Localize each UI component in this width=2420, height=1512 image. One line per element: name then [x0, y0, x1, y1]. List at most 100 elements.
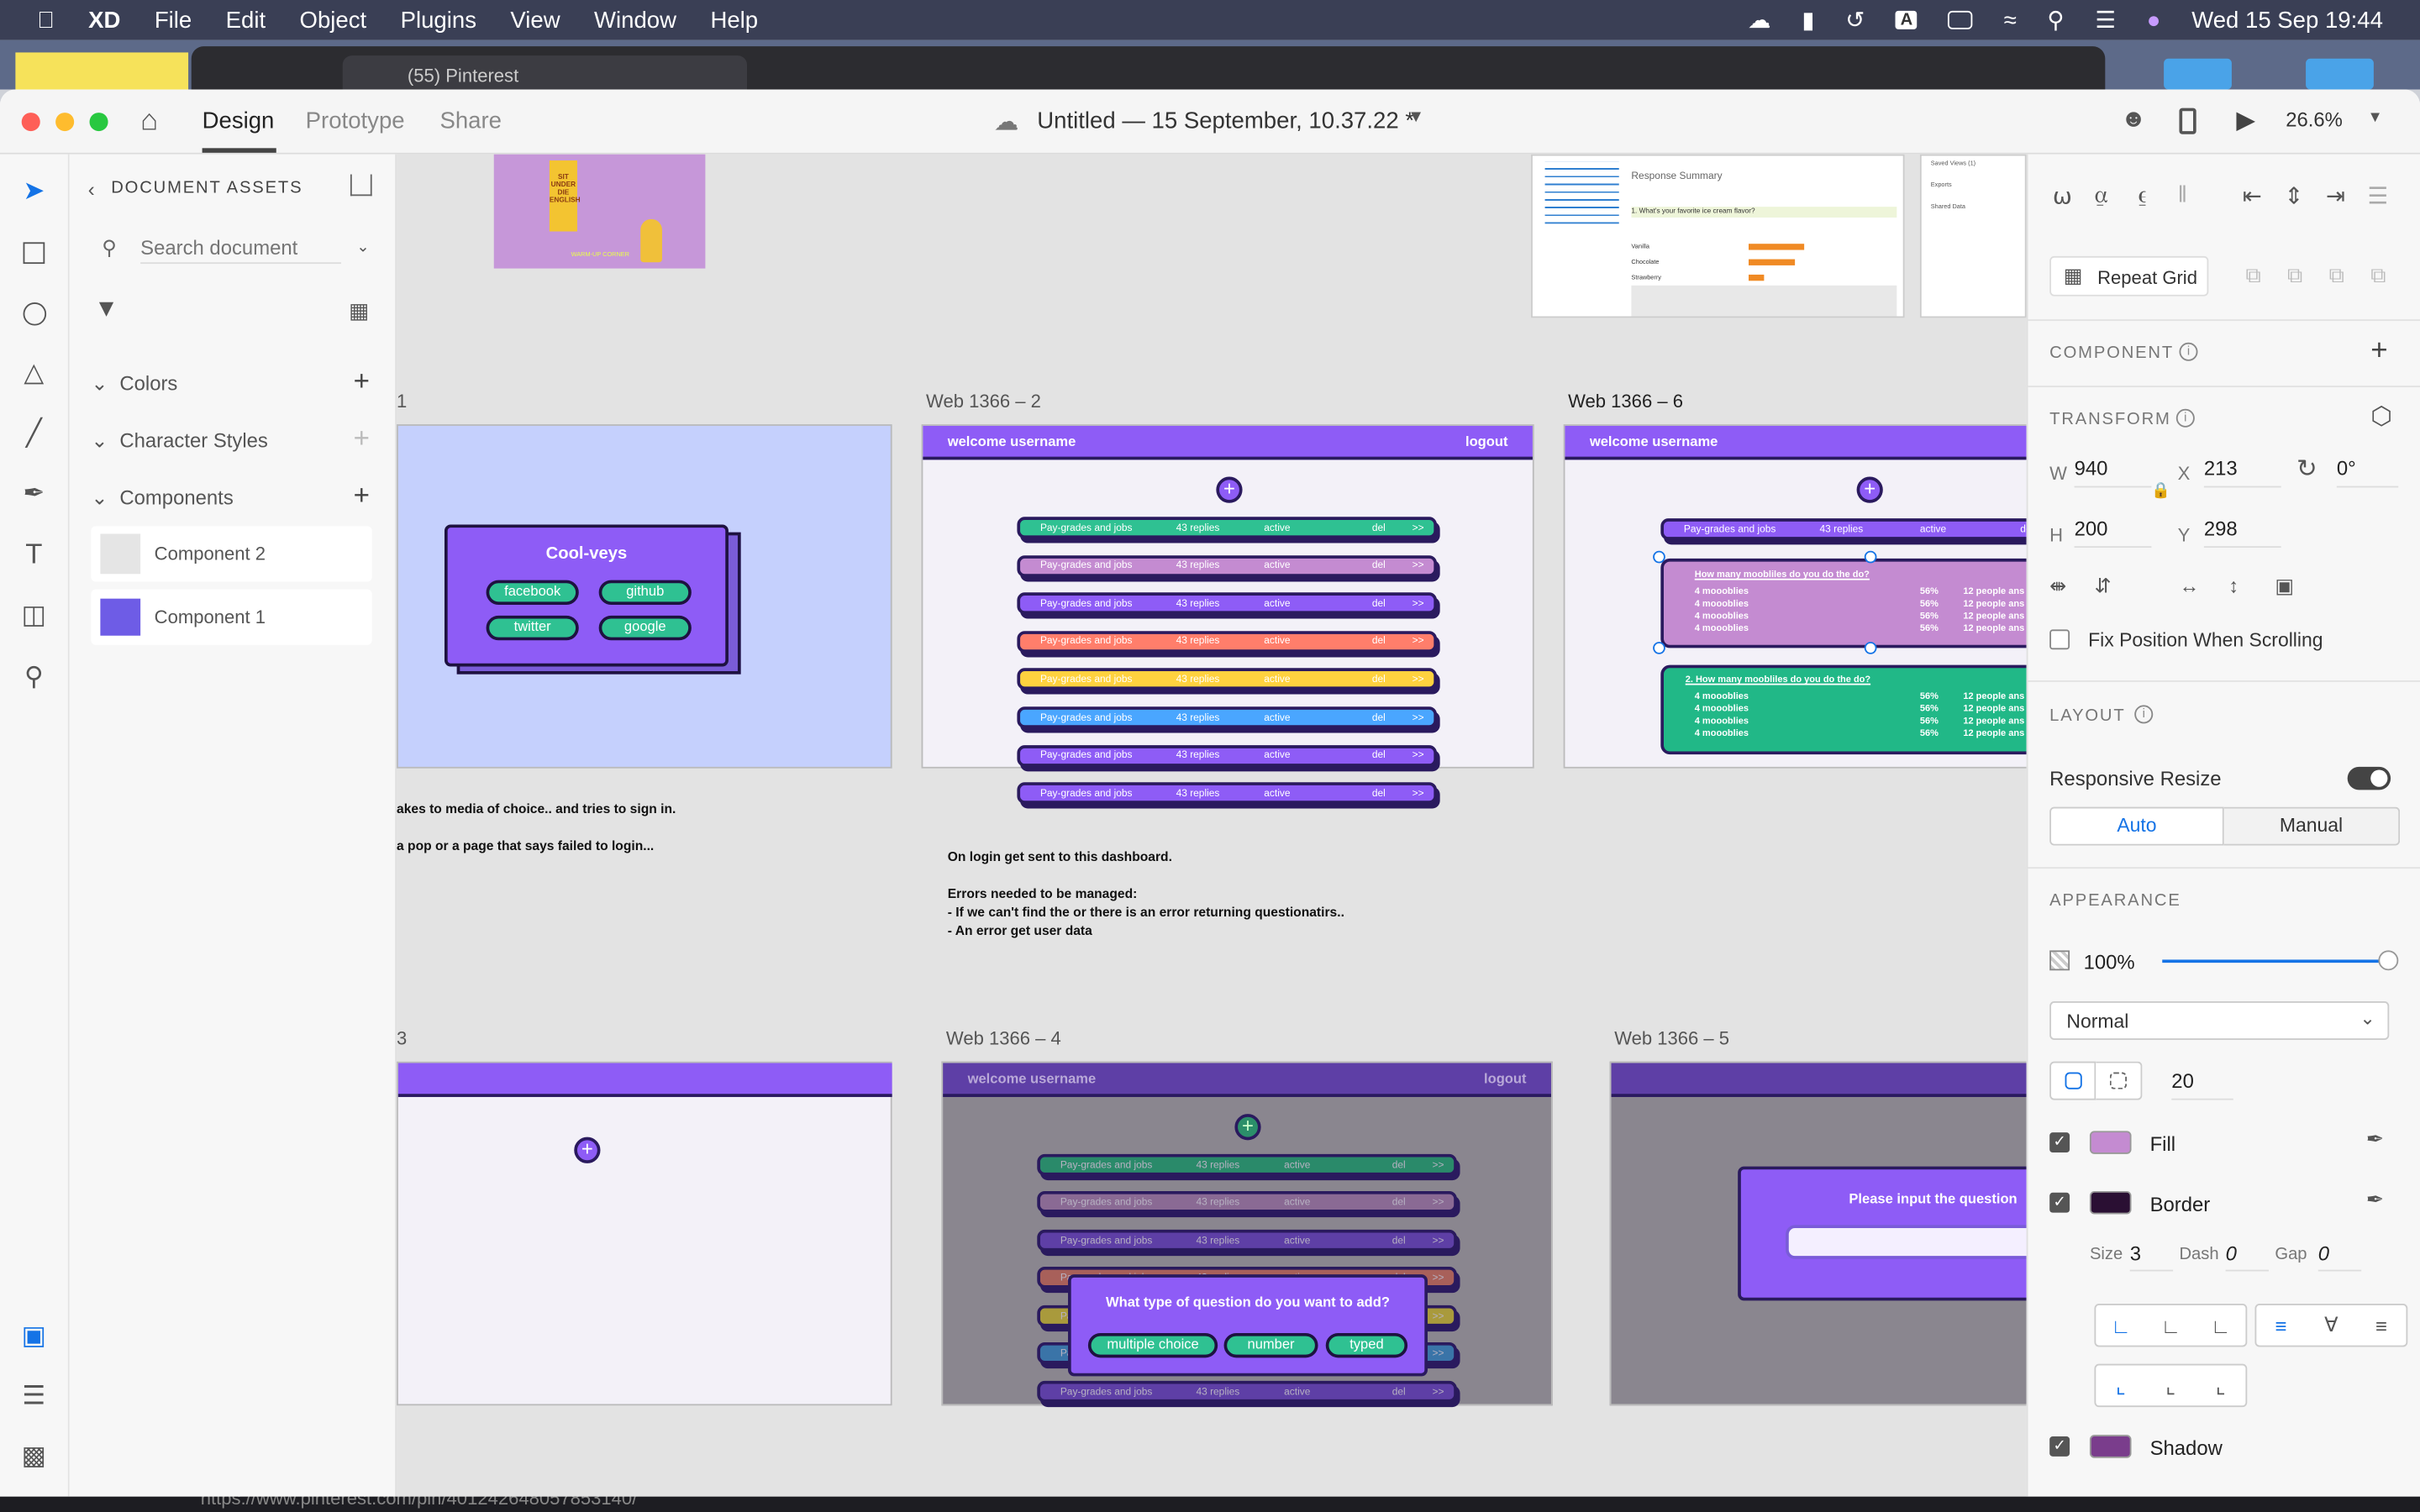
opacity-value[interactable]: 100% — [2084, 950, 2135, 974]
mobile-preview-icon[interactable] — [2179, 108, 2196, 134]
row-delete[interactable]: del — [1372, 674, 1386, 685]
align-top-icon[interactable]: ⍵ — [2053, 182, 2072, 210]
plugins-panel-icon[interactable]: ▩ — [18, 1441, 50, 1473]
border-gap-input[interactable]: 0 — [2317, 1242, 2362, 1272]
selection-handle[interactable] — [1653, 550, 1665, 564]
info-icon[interactable]: i — [2134, 705, 2154, 724]
facebook-button[interactable]: facebook — [486, 580, 579, 606]
add-survey-button[interactable]: + — [1216, 476, 1243, 503]
select-tool-icon[interactable]: ➤ — [18, 176, 50, 207]
typed-button[interactable]: typed — [1325, 1332, 1408, 1358]
survey-row[interactable]: Pay-grades and jobs 43 replies active del >> — [1017, 592, 1438, 615]
polygon-tool-icon[interactable]: △ — [18, 358, 50, 389]
question-input-modal[interactable]: Please input the question — [1738, 1166, 2027, 1301]
folder-icon[interactable] — [2164, 58, 2232, 90]
wifi-icon[interactable]: ≈ — [2004, 7, 2017, 33]
row-delete[interactable]: del — [1372, 750, 1386, 761]
corner-radius-all-button[interactable] — [2049, 1061, 2096, 1100]
section-components[interactable]: ⌄ Components — [91, 486, 233, 511]
google-button[interactable]: google — [598, 615, 692, 641]
fit-content-icon[interactable]: ▣ — [2275, 574, 2294, 598]
survey-row[interactable]: Pay-grades and jobs 43 replies active del >> — [1017, 630, 1438, 653]
app-name[interactable]: XD — [88, 7, 120, 33]
rotate-icon[interactable]: ↻ — [2296, 454, 2317, 485]
survey-screenshot[interactable]: Response Summary 1. What's your favorite… — [1531, 154, 1905, 318]
minimize-window-button[interactable] — [55, 113, 75, 132]
multiple-choice-button[interactable]: multiple choice — [1087, 1332, 1218, 1358]
artboard-5[interactable]: Please input the question — [1609, 1061, 2027, 1406]
auto-button[interactable]: Auto — [2049, 806, 2224, 846]
info-icon[interactable]: i — [2179, 342, 2198, 361]
line-tool-icon[interactable]: ╱ — [18, 418, 50, 449]
menu-window[interactable]: Window — [594, 7, 676, 33]
flip-vertical-icon[interactable]: ⇵ — [2094, 574, 2111, 598]
home-icon[interactable]: ⌂ — [140, 105, 158, 139]
selection-handle[interactable] — [1653, 642, 1665, 654]
fill-swatch[interactable] — [2089, 1131, 2132, 1154]
boolean-intersect-icon[interactable]: ⧉ — [2329, 262, 2344, 288]
row-delete[interactable]: del — [1372, 560, 1386, 571]
survey-row[interactable]: Pay-grades and jobs 43 replies active del >> — [1017, 782, 1438, 805]
grid-view-icon[interactable]: ▦ — [349, 297, 369, 323]
boolean-add-icon[interactable]: ⧉ — [2245, 262, 2260, 288]
tab-design[interactable]: Design — [203, 108, 275, 134]
zoom-level[interactable]: 26.6% — [2286, 108, 2343, 132]
share-assets-icon[interactable] — [350, 174, 372, 197]
x-input[interactable]: 213 — [2203, 457, 2281, 488]
row-open[interactable]: >> — [1413, 788, 1424, 799]
chevron-down-icon[interactable]: ⌄ — [356, 239, 369, 256]
border-swatch[interactable] — [2089, 1190, 2132, 1215]
selection-handle[interactable] — [1864, 550, 1877, 564]
question-card-selected[interactable]: How many moobliles do you do the do? 4 m… — [1660, 558, 2027, 648]
logout-link[interactable]: logout — [1465, 433, 1508, 449]
fit-width-icon[interactable]: ↔ — [2179, 574, 2199, 597]
siri-icon[interactable]: ● — [2147, 7, 2161, 33]
play-icon[interactable]: ▶ — [2236, 105, 2255, 136]
add-character-style-icon[interactable]: + — [354, 423, 370, 455]
flip-horizontal-icon[interactable]: ⇼ — [2049, 574, 2066, 598]
eyedropper-icon[interactable]: ✒ — [2366, 1186, 2385, 1212]
layers-panel-icon[interactable]: ☰ — [18, 1381, 50, 1412]
align-middle-icon[interactable]: ⍶ — [2094, 182, 2108, 208]
fix-position-checkbox[interactable] — [2049, 629, 2070, 650]
join-miter-icon[interactable]: ⌞ — [2116, 1373, 2126, 1399]
logout-link[interactable]: logout — [1484, 1071, 1527, 1086]
join-bevel-icon[interactable]: ⌞ — [2216, 1373, 2226, 1399]
corner-radius-each-button[interactable] — [2096, 1061, 2143, 1100]
menu-object[interactable]: Object — [300, 7, 367, 33]
add-component-icon[interactable]: + — [2370, 335, 2387, 369]
row-delete[interactable]: del — [1372, 522, 1386, 533]
border-dash-input[interactable]: 0 — [2225, 1242, 2270, 1272]
shadow-swatch[interactable] — [2089, 1435, 2132, 1458]
3d-transform-icon[interactable]: ⬡ — [2370, 402, 2392, 433]
canvas[interactable]: SIT UNDER DIE ENGLISH WARM-UP CORNER Res… — [397, 154, 2027, 1497]
align-bottom-icon[interactable]: ⍷ — [2136, 182, 2150, 208]
bookmark-icon[interactable]: ▮ — [1802, 6, 1814, 34]
row-open[interactable]: >> — [1413, 674, 1424, 685]
width-input[interactable]: 940 — [2074, 457, 2152, 488]
search-input[interactable] — [140, 233, 341, 265]
maximize-window-button[interactable] — [89, 113, 108, 132]
time-machine-icon[interactable]: ↺ — [1845, 6, 1865, 34]
opacity-slider-thumb[interactable] — [2378, 950, 2399, 971]
distribute-vertical-icon[interactable]: ‖ — [2178, 182, 2187, 208]
artboard-tool-icon[interactable]: ◫ — [18, 600, 50, 631]
join-round-icon[interactable]: ⌞ — [2165, 1373, 2175, 1399]
text-tool-icon[interactable]: T — [18, 538, 50, 570]
height-input[interactable]: 200 — [2074, 517, 2152, 549]
back-chevron-icon[interactable]: ‹ — [88, 177, 95, 201]
creative-cloud-icon[interactable]: ☁ — [1748, 6, 1771, 34]
menu-edit[interactable]: Edit — [226, 7, 266, 33]
artboard-1[interactable]: Cool-veys facebook github twitter google — [397, 424, 892, 769]
rectangle-tool-icon[interactable] — [18, 238, 50, 269]
selection-handle[interactable] — [1864, 642, 1877, 654]
row-open[interactable]: >> — [1413, 598, 1424, 609]
menu-file[interactable]: File — [155, 7, 192, 33]
survey-row[interactable]: Pay-grades and jobs43 repliesactivedel — [1660, 518, 2027, 540]
add-button[interactable]: + — [574, 1137, 601, 1163]
zoom-tool-icon[interactable]: ⚲ — [18, 662, 50, 693]
fit-height-icon[interactable]: ↕ — [2228, 574, 2238, 597]
clock[interactable]: Wed 15 Sep 19:44 — [2191, 7, 2383, 33]
github-button[interactable]: github — [598, 580, 692, 606]
add-color-icon[interactable]: + — [354, 365, 370, 398]
